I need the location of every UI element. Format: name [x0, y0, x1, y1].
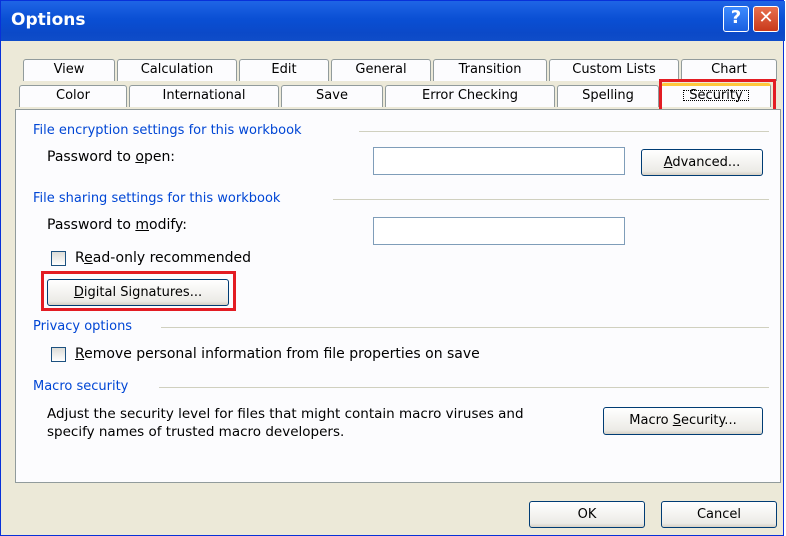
- ok-button[interactable]: OK: [529, 501, 645, 528]
- tab-error-checking[interactable]: Error Checking: [385, 85, 555, 107]
- help-icon[interactable]: ?: [723, 6, 749, 32]
- encryption-group-divider: [359, 131, 769, 132]
- privacy-group-label: Privacy options: [33, 319, 133, 334]
- password-modify-input[interactable]: [373, 217, 625, 245]
- tab-calculation[interactable]: Calculation: [117, 59, 237, 81]
- readonly-label[interactable]: Read-only recommended: [75, 250, 251, 266]
- readonly-checkbox[interactable]: [51, 251, 66, 266]
- tab-spelling[interactable]: Spelling: [557, 85, 659, 107]
- dialog-title: Options: [11, 10, 86, 30]
- tab-chart[interactable]: Chart: [681, 59, 777, 81]
- title-bar[interactable]: Options ? ✕: [1, 1, 785, 41]
- password-open-input[interactable]: [373, 147, 625, 175]
- advanced-button[interactable]: Advanced...: [641, 149, 763, 176]
- tab-color[interactable]: Color: [19, 85, 127, 107]
- sharing-group-divider: [333, 199, 769, 200]
- password-modify-label: Password to modify:: [47, 217, 188, 233]
- sharing-group-label: File sharing settings for this workbook: [33, 191, 281, 206]
- macro-description-line1: Adjust the security level for files that…: [47, 406, 524, 422]
- tab-edit[interactable]: Edit: [239, 59, 329, 81]
- tab-save[interactable]: Save: [281, 85, 383, 107]
- macro-security-button[interactable]: Macro Security...: [603, 407, 763, 435]
- options-dialog: Options ? ✕ View Calculation Edit Genera…: [0, 0, 785, 536]
- close-icon[interactable]: ✕: [753, 6, 779, 32]
- tab-international[interactable]: International: [129, 85, 279, 107]
- tab-transition[interactable]: Transition: [433, 59, 547, 81]
- password-open-label: Password to open:: [47, 149, 176, 165]
- tab-view[interactable]: View: [23, 59, 115, 81]
- remove-info-label[interactable]: Remove personal information from file pr…: [75, 346, 480, 362]
- digital-signatures-highlight: [41, 271, 236, 311]
- macro-group-divider: [159, 387, 769, 388]
- tab-custom-lists[interactable]: Custom Lists: [549, 59, 679, 81]
- macro-group-label: Macro security: [33, 379, 129, 394]
- encryption-group-label: File encryption settings for this workbo…: [33, 123, 302, 138]
- tab-general[interactable]: General: [331, 59, 431, 81]
- cancel-button[interactable]: Cancel: [661, 501, 777, 528]
- privacy-group-divider: [161, 327, 769, 328]
- macro-description-line2: specify names of trusted macro developer…: [47, 424, 345, 440]
- security-tab-highlight: [659, 79, 776, 112]
- remove-info-checkbox[interactable]: [51, 347, 66, 362]
